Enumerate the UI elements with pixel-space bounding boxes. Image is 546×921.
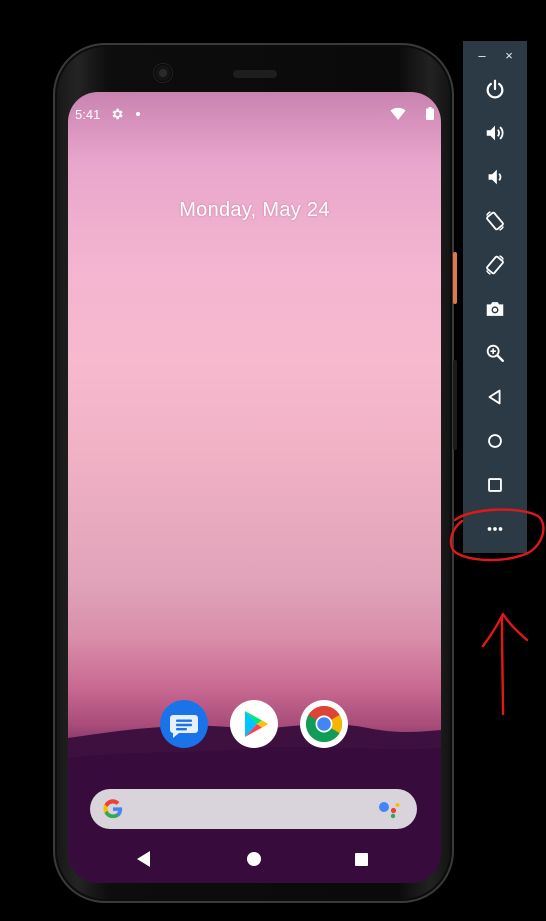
zoom-icon (486, 344, 504, 362)
nav-back-icon[interactable] (137, 851, 151, 867)
minimize-button[interactable]: – (472, 47, 492, 65)
home-icon (488, 434, 502, 448)
lock-screen-date: Monday, May 24 (179, 199, 330, 221)
phone-screen[interactable]: 5:41 Monday, May 24 (68, 92, 441, 883)
emulator-toolbar: – × (463, 41, 527, 553)
screenshot-button[interactable] (475, 289, 515, 329)
zoom-button[interactable] (475, 333, 515, 373)
nav-home-icon[interactable] (247, 852, 261, 866)
volume-up-button[interactable] (475, 113, 515, 153)
overview-icon (488, 478, 502, 492)
close-button[interactable]: × (499, 47, 519, 65)
battery-icon (426, 107, 434, 120)
front-camera (154, 64, 172, 82)
messages-app-icon[interactable] (160, 700, 208, 748)
status-bar[interactable]: 5:41 (68, 92, 441, 136)
volume-down-icon (488, 169, 502, 185)
google-assistant-icon[interactable] (377, 799, 401, 819)
google-g-icon (103, 799, 123, 819)
more-button[interactable] (475, 509, 515, 549)
overview-button[interactable] (475, 465, 515, 505)
emulator-window: 5:41 Monday, May 24 – × (0, 0, 546, 921)
back-button[interactable] (475, 377, 515, 417)
home-button[interactable] (475, 421, 515, 461)
google-search-bar[interactable] (90, 789, 417, 829)
play-store-app-icon[interactable] (230, 700, 278, 748)
chrome-app-icon[interactable] (300, 700, 348, 748)
more-icon (487, 527, 503, 531)
notification-dot-icon (136, 112, 140, 116)
back-icon (488, 389, 501, 405)
volume-up-icon (486, 125, 504, 141)
rotate-right-icon (486, 255, 504, 275)
power-button[interactable] (475, 69, 515, 109)
rotate-right-button[interactable] (475, 245, 515, 285)
camera-icon (486, 302, 504, 316)
volume-down-button[interactable] (475, 157, 515, 197)
rotate-left-icon (486, 211, 504, 231)
power-icon (486, 79, 504, 99)
settings-gear-icon (112, 108, 123, 120)
earpiece-speaker (233, 70, 277, 78)
wifi-icon (390, 107, 406, 120)
nav-recents-icon[interactable] (355, 853, 368, 866)
phone-volume-button (453, 360, 457, 450)
android-nav-bar (68, 839, 441, 879)
rotate-left-button[interactable] (475, 201, 515, 241)
phone-power-button (453, 252, 457, 304)
status-time: 5:41 (75, 107, 101, 122)
